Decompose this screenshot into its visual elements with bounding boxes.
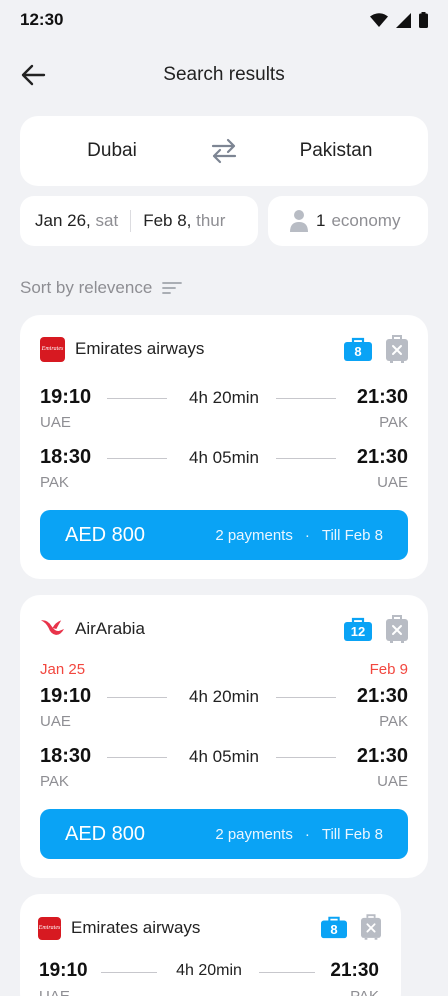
person-icon — [290, 209, 308, 233]
arrival-time: 21:30 — [356, 745, 408, 767]
route-card[interactable]: Dubai Pakistan — [20, 116, 428, 186]
inbound-leg: 18:30 4h 05min 21:30 PAK UAE — [40, 446, 408, 494]
outbound-leg: Jan 25 Feb 9 19:10 4h 20min 21:30 UAE PA… — [40, 661, 408, 733]
status-time: 12:30 — [20, 10, 64, 29]
return-day: thur — [196, 211, 226, 230]
arrival-time: 21:30 — [330, 960, 379, 981]
emirates-logo: Emirates — [40, 336, 65, 362]
flight-card[interactable]: AirArabia 12 Jan 25 Feb 9 19:10 4h 20min… — [20, 595, 428, 878]
depart-date: Jan 26, — [35, 211, 91, 230]
duration-line — [276, 398, 336, 399]
back-button[interactable] — [20, 62, 50, 88]
payments-label: 2 payments — [215, 825, 293, 843]
departure-code: PAK — [40, 773, 69, 790]
baggage-info: 8 — [321, 914, 381, 940]
flight-card-header: Emirates Emirates airways 8 — [38, 914, 381, 942]
arrow-left-icon — [21, 64, 46, 86]
airline-name: Emirates airways — [71, 918, 201, 937]
departure-code: PAK — [40, 474, 69, 491]
separator-dot: · — [304, 526, 310, 544]
duration-line — [276, 757, 336, 758]
departure-date: Jan 25 — [40, 661, 86, 678]
arrival-time: 21:30 — [356, 446, 408, 468]
cabin-bag-weight: 12 — [350, 624, 366, 639]
payment-info: 2 payments · Till Feb 8 — [215, 527, 383, 544]
departure-code: UAE — [40, 713, 71, 730]
outbound-leg: 19:10 4h 20min 21:30 UAE PAK — [40, 386, 408, 434]
passengers-card[interactable]: 1 economy — [268, 196, 428, 246]
airline-name: AirArabia — [75, 619, 145, 638]
nav-bar: Search results — [0, 50, 448, 100]
status-icons — [370, 12, 428, 28]
page-title: Search results — [163, 64, 285, 85]
airline-name: Emirates airways — [75, 339, 205, 358]
status-bar: 12:30 — [0, 0, 448, 40]
return-date: Feb 8, — [143, 211, 192, 230]
swap-button[interactable] — [204, 138, 244, 164]
no-checked-bag-icon — [386, 615, 408, 643]
arrival-time: 21:30 — [356, 386, 408, 408]
flight-card[interactable]: Emirates Emirates airways 8 19:10 4h 20m… — [20, 315, 428, 579]
arrival-code: UAE — [377, 773, 408, 790]
date-divider — [130, 210, 132, 232]
depart-day: sat — [95, 211, 119, 230]
duration-line — [259, 972, 315, 973]
price-amount: AED 800 — [65, 822, 146, 845]
cabin-bag-icon: 8 — [321, 915, 347, 939]
sort-label: Sort by relevence — [20, 278, 153, 297]
separator-dot: · — [304, 825, 310, 843]
flight-card-header: AirArabia 12 — [40, 615, 408, 643]
price-button[interactable]: AED 800 2 payments · Till Feb 8 — [40, 510, 408, 560]
arrival-date: Feb 9 — [369, 661, 408, 678]
wifi-icon — [370, 13, 388, 27]
flight-duration: 4h 20min — [189, 388, 259, 407]
passenger-count: 1 — [316, 211, 326, 230]
emirates-logo: Emirates — [38, 916, 61, 940]
arrival-code: PAK — [379, 713, 408, 730]
no-checked-bag-icon — [361, 914, 381, 940]
baggage-info: 8 — [344, 335, 408, 363]
flight-card-header: Emirates Emirates airways 8 — [40, 335, 408, 363]
till-label: Till Feb 8 — [321, 526, 383, 544]
no-checked-bag-icon — [386, 335, 408, 363]
baggage-info: 12 — [344, 615, 408, 643]
cabin-bag-icon: 12 — [344, 617, 372, 641]
cabin-bag-weight: 8 — [354, 344, 362, 359]
duration-line — [276, 697, 336, 698]
arrival-code: PAK — [350, 988, 379, 996]
sort-control[interactable]: Sort by relevence — [20, 276, 183, 300]
airarabia-logo — [40, 617, 65, 642]
arrival-code: UAE — [377, 474, 408, 491]
outbound-leg: 19:10 4h 20min 21:30 UAE PAK — [39, 960, 379, 996]
arrival-time: 21:30 — [356, 685, 408, 707]
dates-card[interactable]: Jan 26, sat Feb 8, thur — [20, 196, 258, 246]
swap-arrows-icon — [211, 138, 237, 164]
duration-line — [276, 458, 336, 459]
cabin-class: economy — [331, 211, 401, 230]
route-from[interactable]: Dubai — [20, 140, 204, 162]
departure-code: UAE — [40, 414, 71, 431]
sort-icon — [162, 282, 183, 294]
battery-icon — [419, 12, 428, 28]
flight-duration: 4h 05min — [189, 747, 259, 766]
departure-code: UAE — [39, 988, 70, 996]
till-label: Till Feb 8 — [321, 825, 383, 843]
arrival-code: PAK — [379, 414, 408, 431]
cabin-bag-weight: 8 — [330, 922, 338, 937]
signal-icon — [396, 12, 411, 28]
flight-duration: 4h 20min — [189, 687, 259, 706]
cabin-bag-icon: 8 — [344, 337, 372, 361]
flight-duration: 4h 05min — [189, 448, 259, 467]
route-to[interactable]: Pakistan — [244, 140, 428, 162]
flight-duration: 4h 20min — [176, 962, 242, 979]
inbound-leg: 18:30 4h 05min 21:30 PAK UAE — [40, 745, 408, 793]
payments-label: 2 payments — [215, 526, 293, 544]
price-button[interactable]: AED 800 2 payments · Till Feb 8 — [40, 809, 408, 859]
flight-card[interactable]: Emirates Emirates airways 8 19:10 4h 20m… — [20, 894, 401, 996]
price-amount: AED 800 — [65, 523, 146, 546]
payment-info: 2 payments · Till Feb 8 — [215, 826, 383, 843]
